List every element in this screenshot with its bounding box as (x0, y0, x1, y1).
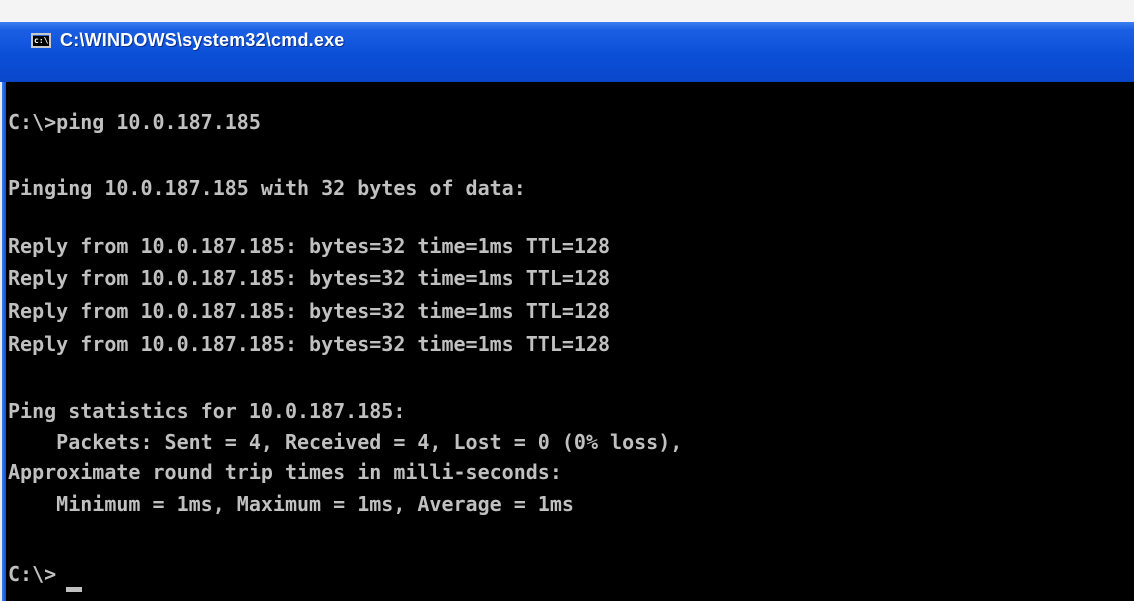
console-line-reply: Reply from 10.0.187.185: bytes=32 time=1… (8, 266, 611, 290)
title-bar[interactable]: c:\ C:\WINDOWS\system32\cmd.exe (0, 0, 1134, 82)
console-line-prompt: C:\> (8, 562, 57, 586)
console-line-reply: Reply from 10.0.187.185: bytes=32 time=1… (8, 299, 611, 323)
text-cursor (66, 587, 82, 592)
console-line-packets: Packets: Sent = 4, Received = 4, Lost = … (8, 430, 683, 454)
console-icon-label: c:\ (34, 36, 49, 45)
console-line-rtt-header: Approximate round trip times in milli-se… (8, 460, 562, 484)
console-icon[interactable]: c:\ (31, 33, 51, 48)
cmd-window: c:\ C:\WINDOWS\system32\cmd.exe C:\>ping… (0, 0, 1134, 601)
console-line-command: C:\>ping 10.0.187.185 (8, 110, 261, 134)
console-line-statistics-header: Ping statistics for 10.0.187.185: (8, 399, 406, 423)
console-line-pinging: Pinging 10.0.187.185 with 32 bytes of da… (8, 176, 526, 200)
console-line-rtt-values: Minimum = 1ms, Maximum = 1ms, Average = … (8, 492, 574, 516)
window-title: C:\WINDOWS\system32\cmd.exe (60, 30, 345, 50)
console-line-reply: Reply from 10.0.187.185: bytes=32 time=1… (8, 234, 611, 258)
console-line-reply: Reply from 10.0.187.185: bytes=32 time=1… (8, 332, 611, 356)
console-output[interactable]: C:\>ping 10.0.187.185 Pinging 10.0.187.1… (6, 82, 1134, 601)
